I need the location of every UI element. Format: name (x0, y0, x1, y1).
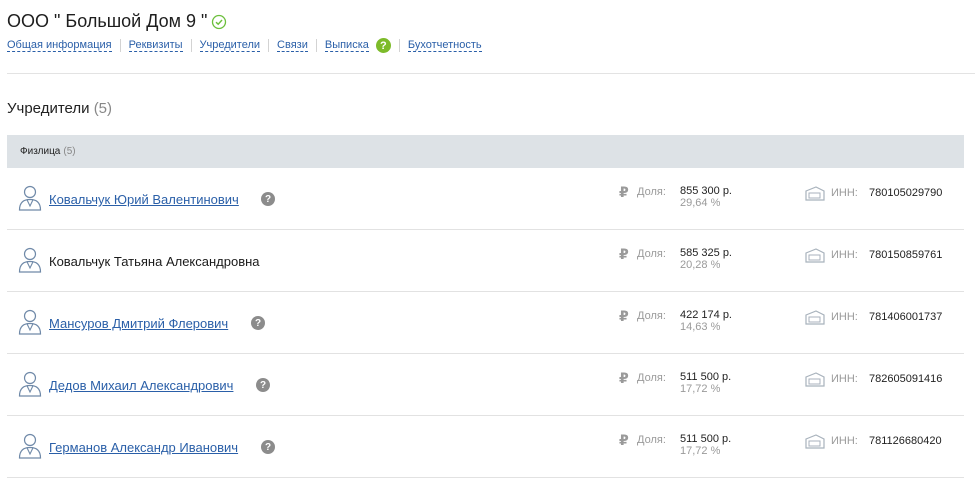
section-title-label: Учредители (7, 100, 90, 117)
founder-row: Германов Александр Иванович? ₽ Доля: 511 50… (7, 416, 964, 478)
share-amount: 585 325 р. (680, 247, 732, 259)
founder-row: Ковальчук Юрий Валентинович? ₽ Доля: 855 30… (7, 168, 964, 230)
founder-name[interactable]: Ковальчук Юрий Валентинович (49, 192, 239, 207)
person-icon (18, 309, 42, 335)
question-icon[interactable]: ? (256, 378, 270, 392)
share-label: Доля: (637, 310, 666, 322)
share-label: Доля: (637, 372, 666, 384)
inn-label: ИНН: (831, 435, 858, 447)
nav-divider (398, 39, 400, 52)
question-icon[interactable]: ? (261, 192, 275, 206)
person-icon (18, 185, 42, 211)
company-name: ООО " Большой Дом 9 " (7, 11, 208, 31)
question-icon[interactable]: ? (261, 440, 275, 454)
founder-row: Ковальчук Татьяна Александровна ₽ Доля: 585… (7, 230, 964, 292)
inn-value: 781406001737 (869, 311, 943, 323)
ruble-icon: ₽ (619, 308, 629, 324)
group-label: Физлица (20, 146, 61, 157)
inn-value: 782605091416 (869, 373, 943, 385)
ruble-icon: ₽ (619, 184, 629, 200)
founder-name: Ковальчук Татьяна Александровна (49, 254, 260, 269)
founder-row: Мансуров Дмитрий Флерович? ₽ Доля: 422 174 … (7, 292, 964, 354)
share-amount: 422 174 р. (680, 309, 732, 321)
ruble-icon: ₽ (619, 370, 629, 386)
share-label: Доля: (637, 248, 666, 260)
founders-section-title: Учредители (5) (7, 100, 112, 117)
id-card-icon (805, 434, 825, 449)
share-label: Доля: (637, 434, 666, 446)
share-percent: 29,64 % (680, 197, 721, 209)
question-icon[interactable]: ? (251, 316, 265, 330)
inn-value: 780105029790 (869, 187, 943, 199)
founder-name[interactable]: Мансуров Дмитрий Флерович (49, 316, 228, 331)
nav-requisites[interactable]: Реквизиты (128, 39, 183, 52)
share-percent: 14,63 % (680, 321, 721, 333)
id-card-icon (805, 186, 825, 201)
nav-extract[interactable]: Выписка (324, 39, 369, 52)
verified-check-icon (212, 14, 227, 29)
nav-divider (119, 39, 121, 52)
founders-list: Ковальчук Юрий Валентинович? ₽ Доля: 855 30… (7, 168, 964, 478)
group-count: (5) (63, 146, 76, 157)
inn-value: 781126680420 (869, 435, 942, 447)
company-title: ООО " Большой Дом 9 " (7, 11, 227, 32)
share-amount: 511 500 р. (680, 433, 732, 445)
nav-accounting[interactable]: Бухотчетность (407, 39, 482, 52)
nav-founders[interactable]: Учредители (199, 39, 261, 52)
founder-row: Дедов Михаил Александрович? ₽ Доля: 511 500… (7, 354, 964, 416)
person-icon (18, 433, 42, 459)
nav-connections[interactable]: Связи (277, 39, 308, 52)
id-card-icon (805, 310, 825, 325)
id-card-icon (805, 372, 825, 387)
extract-help-icon[interactable]: ? (375, 38, 391, 53)
person-icon (18, 371, 42, 397)
founder-name[interactable]: Дедов Михаил Александрович (49, 378, 233, 393)
person-icon (18, 247, 42, 273)
share-percent: 17,72 % (680, 383, 721, 395)
inn-label: ИНН: (831, 187, 858, 199)
nav-divider (190, 39, 192, 52)
inn-label: ИНН: (831, 249, 858, 261)
share-amount: 511 500 р. (680, 371, 732, 383)
nav-divider (268, 39, 270, 52)
inn-label: ИНН: (831, 311, 858, 323)
id-card-icon (805, 248, 825, 263)
section-title-count: (5) (93, 100, 113, 117)
ruble-icon: ₽ (619, 246, 629, 262)
founder-name[interactable]: Германов Александр Иванович (49, 440, 238, 455)
nav-general-info[interactable]: Общая информация (7, 39, 112, 52)
ruble-icon: ₽ (619, 432, 629, 448)
share-amount: 855 300 р. (680, 185, 732, 197)
share-label: Доля: (637, 186, 666, 198)
header-divider (7, 73, 975, 74)
nav-divider (315, 39, 317, 52)
company-nav: Общая информация Реквизиты Учредители Св… (7, 38, 482, 53)
share-percent: 17,72 % (680, 445, 721, 457)
individuals-group-header: Физлица (5) (7, 135, 964, 168)
share-percent: 20,28 % (680, 259, 721, 271)
inn-value: 780150859761 (869, 249, 943, 261)
inn-label: ИНН: (831, 373, 858, 385)
